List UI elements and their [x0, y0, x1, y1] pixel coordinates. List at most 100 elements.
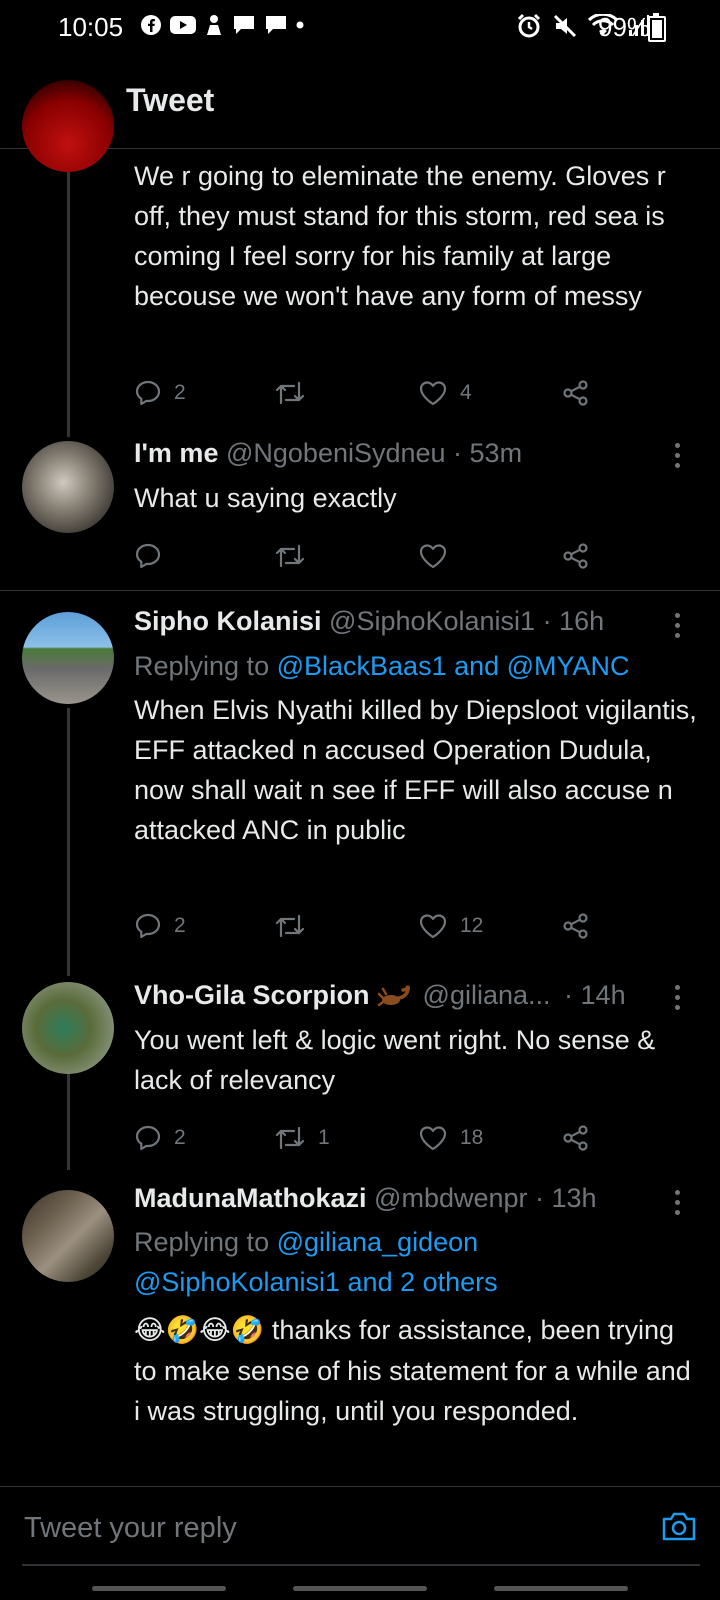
reply-button[interactable]: [134, 536, 174, 576]
retweet-button[interactable]: [274, 536, 318, 576]
retweet-icon: [275, 381, 305, 405]
reply-input[interactable]: [22, 1487, 621, 1569]
reply-underline: [22, 1564, 700, 1566]
handle: @giliana...: [422, 980, 551, 1010]
tweet-text: What u saying exactly: [134, 483, 397, 513]
page-title: Tweet: [126, 82, 215, 118]
like-button[interactable]: 4: [418, 373, 472, 413]
battery-percent: 99%: [598, 12, 651, 42]
more-options-icon[interactable]: [672, 443, 682, 471]
more-options-icon[interactable]: [672, 613, 682, 641]
tweet-author-line: MadunaMathokazi @mbdwenpr · 13h: [134, 1183, 597, 1214]
scorpion-emoji-icon: [377, 985, 410, 1007]
replying-to-others-link[interactable]: @SiphoKolanisi1 and 2 others: [134, 1267, 498, 1297]
display-name[interactable]: I'm me: [134, 438, 218, 468]
home-button[interactable]: [293, 1586, 427, 1591]
retweet-button[interactable]: [274, 373, 318, 413]
avatar[interactable]: [22, 612, 114, 704]
reply-button[interactable]: 2: [134, 906, 186, 946]
recents-button[interactable]: [92, 1586, 226, 1591]
display-name[interactable]: MadunaMathokazi: [134, 1183, 367, 1213]
avatar[interactable]: [22, 441, 114, 533]
share-icon: [563, 543, 588, 569]
share-icon: [563, 913, 588, 939]
heart-icon: [419, 544, 447, 569]
share-icon: [563, 1125, 588, 1151]
tweet-text: We r going to eleminate the enemy. Glove…: [134, 161, 666, 311]
notification-icons: [140, 14, 304, 36]
handle-time: @SiphoKolanisi1 · 16h: [329, 606, 605, 636]
reply-count: 2: [174, 914, 186, 937]
tweet-actions: 2 12: [134, 906, 614, 946]
camera-button[interactable]: [660, 1507, 698, 1545]
tweet-author-line: I'm me @NgobeniSydneu · 53m: [134, 438, 522, 469]
retweet-icon: [275, 544, 305, 568]
youtube-icon: [170, 16, 196, 34]
like-count: 12: [460, 914, 484, 937]
avatar[interactable]: [22, 982, 114, 1074]
retweet-button[interactable]: [274, 906, 318, 946]
share-button[interactable]: [562, 536, 590, 576]
replying-to: Replying to @BlackBaas1 and @MYANC: [134, 646, 630, 686]
more-options-icon[interactable]: [672, 1190, 682, 1218]
reply-composer: [0, 1486, 720, 1571]
more-options-icon[interactable]: [672, 985, 682, 1013]
tweet-actions: 2 4: [134, 373, 614, 413]
reply-count: 2: [174, 381, 186, 404]
share-icon: [563, 380, 588, 406]
tweet-author-line: Sipho Kolanisi @SiphoKolanisi1 · 16h: [134, 606, 604, 637]
tweet-author-line: Vho-Gila Scorpion @giliana... · 14h: [134, 980, 626, 1011]
heart-icon: [419, 1126, 447, 1151]
tweet-text: 😂🤣😂🤣 thanks for assistance, been trying …: [134, 1310, 704, 1431]
retweet-button[interactable]: 1: [274, 1118, 330, 1158]
tweet-text: When Elvis Nyathi killed by Diepsloot vi…: [134, 695, 697, 845]
thread-line: [67, 150, 70, 437]
tweet-actions: 2 1 18: [134, 1118, 614, 1158]
reply-count: 2: [174, 1126, 186, 1149]
tweet-text: You went left & logic went right. No sen…: [134, 1025, 656, 1095]
reply-button[interactable]: 2: [134, 1118, 186, 1158]
retweet-icon: [275, 914, 305, 938]
like-button[interactable]: 18: [418, 1118, 483, 1158]
alarm-icon: [517, 13, 541, 38]
emoji-group: 😂🤣😂🤣: [134, 1315, 265, 1346]
like-button[interactable]: 12: [418, 906, 483, 946]
share-button[interactable]: [562, 1118, 590, 1158]
thread-line: [67, 1074, 70, 1170]
replying-prefix: Replying to: [134, 651, 277, 681]
replying-to-link[interactable]: @giliana_gideon: [277, 1227, 479, 1257]
reply-icon: [135, 913, 161, 939]
more-notifications-icon: [296, 21, 304, 29]
display-name[interactable]: Vho-Gila Scorpion: [134, 980, 370, 1010]
replying-to-link[interactable]: @BlackBaas1 and @MYANC: [277, 651, 630, 681]
share-button[interactable]: [562, 373, 590, 413]
heart-icon: [419, 381, 447, 406]
handle-time: @mbdwenpr · 13h: [374, 1183, 597, 1213]
retweet-count: 1: [318, 1126, 330, 1149]
message-icon-2: [266, 16, 286, 34]
back-nav-button[interactable]: [494, 1586, 628, 1591]
like-count: 18: [460, 1126, 484, 1149]
message-icon: [234, 16, 254, 34]
replying-to: Replying to @giliana_gideon @SiphoKolani…: [134, 1222, 498, 1302]
handle-time: @NgobeniSydneu · 53m: [225, 438, 523, 468]
status-time: 10:05: [58, 12, 124, 42]
mute-icon: [553, 14, 577, 38]
thread-line: [67, 708, 70, 976]
retweet-icon: [275, 1126, 305, 1150]
reply-icon: [135, 543, 161, 569]
like-count: 4: [460, 381, 472, 404]
display-name[interactable]: Sipho Kolanisi: [134, 606, 322, 636]
camera-icon: [662, 1512, 696, 1541]
avatar[interactable]: [22, 1190, 114, 1282]
replying-prefix: Replying to: [134, 1227, 277, 1257]
reply-icon: [135, 380, 161, 406]
reply-button[interactable]: 2: [134, 373, 186, 413]
like-button[interactable]: [418, 536, 460, 576]
heart-icon: [419, 914, 447, 939]
share-button[interactable]: [562, 906, 590, 946]
tweet-time: · 14h: [564, 980, 626, 1010]
system-nav-bar: [0, 1572, 720, 1600]
avatar[interactable]: [22, 80, 114, 172]
battery-icon: [648, 13, 666, 42]
